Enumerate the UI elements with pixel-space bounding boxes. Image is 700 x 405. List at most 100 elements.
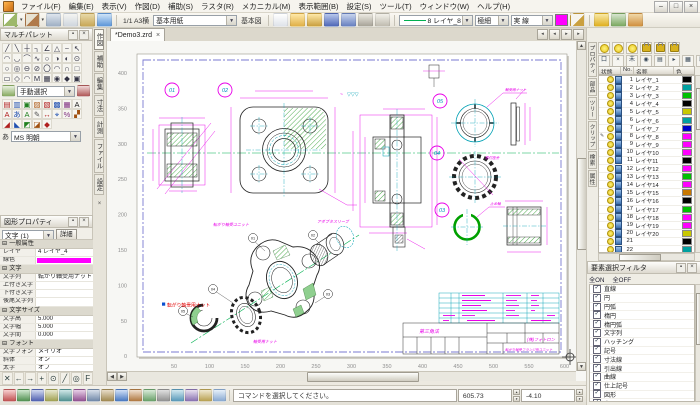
layer-visible-icon[interactable] [607, 222, 614, 229]
annotation-tool-icon[interactable]: ▧ [42, 99, 52, 109]
layer-color-swatch[interactable] [682, 173, 692, 180]
selection-handle[interactable] [162, 303, 165, 306]
layer-color-swatch[interactable] [682, 189, 692, 196]
layer-visible-icon[interactable] [607, 173, 614, 180]
selection-mode-combo[interactable]: 手動選択▼ [17, 86, 75, 97]
dock-tab-クリップ[interactable]: クリップ [588, 121, 597, 150]
snap-tangent-icon[interactable] [101, 389, 114, 402]
save-icon[interactable] [324, 13, 339, 27]
checkbox-icon[interactable]: ✓ [593, 382, 601, 390]
menu-item[interactable]: ツール(T) [376, 1, 416, 12]
property-tool-icon[interactable]: ◎ [71, 372, 82, 385]
tool-icon[interactable]: ▣ [72, 73, 82, 83]
checkbox-icon[interactable]: ✓ [593, 303, 601, 311]
page-first-icon[interactable]: ◀ [107, 372, 117, 381]
checkbox-icon[interactable]: ✓ [593, 285, 601, 293]
pin-icon[interactable]: ▪ [68, 30, 78, 40]
cut-icon[interactable] [46, 13, 61, 27]
property-tool-icon[interactable]: → [25, 372, 36, 385]
checkbox-icon[interactable]: ✓ [593, 399, 601, 402]
checkbox-icon[interactable]: ✓ [593, 329, 601, 337]
layer-color-swatch[interactable] [682, 197, 692, 204]
layer-color-swatch[interactable] [682, 125, 692, 132]
page-prev-icon[interactable]: ▶ [117, 372, 127, 381]
layer-color-swatch[interactable] [682, 133, 692, 140]
annotation-tool-icon[interactable]: ▦ [62, 99, 72, 109]
strip-close-icon[interactable]: × [95, 201, 104, 207]
restore-button[interactable]: □ [669, 1, 683, 13]
layer-color-swatch[interactable] [682, 108, 692, 115]
prop-row[interactable]: 文字列転がり軸受用ナット [0, 274, 93, 282]
palette-tab-計測[interactable]: 計測 [94, 117, 104, 138]
prop-group-header[interactable]: ⊟文字サイズ [0, 307, 93, 316]
prop-group-header[interactable]: ⊟フォント [0, 340, 93, 349]
pin-icon[interactable]: ▪ [68, 217, 78, 227]
annotation-tool-icon[interactable]: ◢ [2, 119, 12, 129]
layer-visible-icon[interactable] [607, 149, 614, 156]
property-tool-icon[interactable]: ╱ [60, 372, 71, 385]
menu-item[interactable]: ヘルプ(H) [473, 1, 514, 12]
tool-icon[interactable]: ⊘ [32, 63, 42, 73]
checkbox-icon[interactable]: ✓ [593, 364, 601, 372]
prop-row[interactable]: 下付き文字 [0, 290, 93, 298]
annotation-tool-icon[interactable]: ▩ [52, 99, 62, 109]
filter-list-vscrollbar[interactable] [695, 284, 700, 402]
prop-row[interactable]: 文字フォントメイリオ [0, 349, 93, 357]
snap-end-icon[interactable] [31, 389, 44, 402]
select-mode-icon[interactable] [2, 85, 15, 97]
tool-icon[interactable]: ⊙ [72, 53, 82, 63]
tool-icon[interactable]: ◇ [12, 73, 22, 83]
layer-color-swatch[interactable] [682, 246, 692, 253]
annotation-tool-icon[interactable]: ▤ [2, 99, 12, 109]
coord-x-spinner[interactable]: ▲▼ [513, 389, 520, 402]
layer-list-vscrollbar[interactable] [695, 75, 700, 253]
annotation-tool-icon[interactable]: ↔ [42, 109, 52, 119]
layer-combo[interactable]: 8 レイヤ_8▼ [399, 15, 473, 26]
minimize-button[interactable]: – [654, 1, 668, 13]
pin-icon[interactable]: ▪ [676, 263, 686, 273]
layer-color-swatch[interactable] [682, 222, 692, 229]
canvas-vertical-scrollbar[interactable]: ▲ ▼ [576, 41, 586, 371]
all-off-button[interactable]: 全OFF [612, 275, 631, 284]
annotation-tool-icon[interactable]: % [62, 109, 72, 119]
grid-toggle-icon[interactable] [157, 389, 170, 402]
font-combo[interactable]: MS 明朝▼ [11, 131, 81, 142]
tool-icon[interactable]: ┐ [32, 43, 42, 53]
layer-visible-icon[interactable] [607, 238, 614, 245]
layer-color-swatch[interactable] [682, 76, 692, 83]
linetype-combo[interactable]: 実 線▼ [511, 15, 553, 26]
close-icon[interactable]: × [687, 263, 697, 273]
dock-tab-プロパティ[interactable]: プロパティ [588, 42, 597, 77]
scroll-down-icon[interactable]: ▼ [577, 362, 586, 371]
property-tool-icon[interactable]: + [37, 372, 48, 385]
bulb-one-icon[interactable] [626, 42, 638, 54]
menu-item[interactable]: 設定(S) [343, 1, 376, 12]
layer-visible-icon[interactable] [607, 141, 614, 148]
menu-item[interactable]: ラスタ(R) [197, 1, 238, 12]
layer-visible-icon[interactable] [607, 76, 614, 83]
tool-icon[interactable]: ◠ [52, 63, 62, 73]
menu-item[interactable]: メカニカル(M) [238, 1, 295, 12]
tab-nav-prev[interactable]: ◂ [549, 29, 560, 40]
pen-icon[interactable] [570, 13, 585, 27]
tool-icon[interactable]: ◉ [52, 73, 62, 83]
checkbox-icon[interactable]: ✓ [593, 346, 601, 354]
copy-icon[interactable] [63, 13, 78, 27]
layer-visible-icon[interactable] [607, 206, 614, 213]
palette-tab-編集[interactable]: 編集 [94, 73, 104, 94]
checkbox-icon[interactable]: ✓ [593, 373, 601, 381]
layer-visible-icon[interactable] [607, 108, 614, 115]
import-icon[interactable] [307, 13, 322, 27]
save-all-icon[interactable] [341, 13, 356, 27]
canvas-horizontal-scrollbar[interactable]: ◀ ▶ [107, 371, 576, 381]
layer-row[interactable]: 22 [599, 246, 694, 253]
snap-intersect-icon[interactable] [73, 389, 86, 402]
col-name[interactable]: 名称 [634, 67, 674, 74]
annotation-tool-icon[interactable]: ◣ [12, 119, 22, 129]
layer-visible-icon[interactable] [607, 133, 614, 140]
menu-item[interactable]: ファイル(F) [17, 1, 65, 12]
layer-visible-icon[interactable] [607, 125, 614, 132]
prop-row[interactable]: レイヤ4 レイヤ_4 [0, 249, 93, 257]
layer-color-swatch[interactable] [682, 92, 692, 99]
tool-icon[interactable]: ∿ [32, 53, 42, 63]
